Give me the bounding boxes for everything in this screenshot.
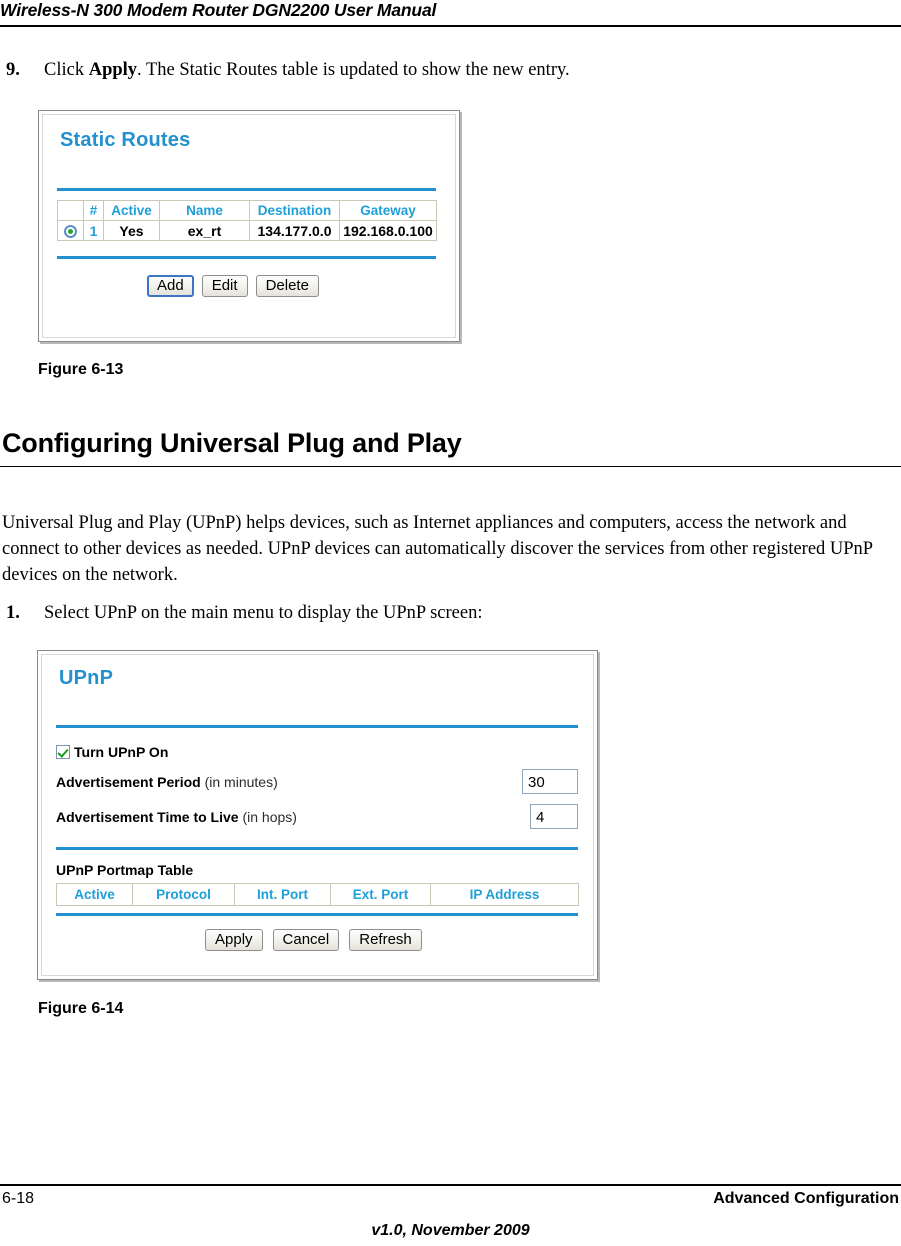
upnp-title: UPnP — [59, 667, 114, 689]
section-heading: Configuring Universal Plug and Play — [2, 428, 462, 458]
route-active: Yes — [103, 220, 160, 241]
portmap-col-protocol: Protocol — [132, 883, 235, 906]
footer-chapter: Advanced Configuration — [713, 1190, 899, 1207]
delete-button[interactable]: Delete — [255, 275, 319, 297]
turn-upnp-on-label: Turn UPnP On — [74, 744, 169, 760]
advertisement-period-label: Advertisement Period (in minutes) — [56, 774, 278, 790]
advertisement-period-label-unit: (in minutes) — [200, 774, 278, 790]
static-routes-panel: Static Routes # Active Name Destination … — [42, 114, 456, 338]
advertisement-ttl-input[interactable] — [530, 804, 578, 829]
col-number: # — [83, 200, 104, 221]
step-1-text: Select UPnP on the main menu to display … — [44, 603, 483, 623]
portmap-col-ext-port: Ext. Port — [330, 883, 431, 906]
refresh-button[interactable]: Refresh — [349, 929, 422, 951]
step-9-text-after: . The Static Routes table is updated to … — [137, 60, 570, 80]
static-routes-top-divider — [57, 188, 436, 191]
advertisement-ttl-label-unit: (in hops) — [238, 809, 297, 825]
checkbox-checked-icon[interactable] — [56, 745, 70, 759]
route-select-radio[interactable] — [57, 220, 84, 241]
static-routes-table: # Active Name Destination Gateway 1 Yes … — [57, 200, 437, 241]
route-gateway: 192.168.0.100 — [339, 220, 437, 241]
add-button[interactable]: Add — [147, 275, 194, 297]
route-name: ex_rt — [159, 220, 250, 241]
portmap-table: Active Protocol Int. Port Ext. Port IP A… — [56, 883, 579, 906]
upnp-top-divider — [56, 725, 578, 728]
advertisement-period-label-strong: Advertisement Period — [56, 774, 201, 790]
portmap-header-row: Active Protocol Int. Port Ext. Port IP A… — [56, 883, 579, 906]
portmap-col-active: Active — [56, 883, 133, 906]
header-divider — [0, 25, 901, 27]
upnp-middle-divider — [56, 847, 578, 850]
table-row[interactable]: 1 Yes ex_rt 134.177.0.0 192.168.0.100 — [57, 220, 437, 241]
route-destination: 134.177.0.0 — [249, 220, 340, 241]
static-routes-bottom-divider — [57, 256, 436, 259]
col-active: Active — [103, 200, 160, 221]
figure-6-13-caption: Figure 6-13 — [38, 361, 124, 378]
step-9-text: Click Apply. The Static Routes table is … — [44, 60, 570, 81]
upnp-screenshot: UPnP Turn UPnP On Advertisement Period (… — [37, 650, 598, 980]
portmap-col-int-port: Int. Port — [234, 883, 331, 906]
static-routes-title: Static Routes — [60, 129, 191, 151]
step-9-text-before: Click — [44, 60, 89, 80]
apply-button[interactable]: Apply — [205, 929, 263, 951]
figure-6-14-caption: Figure 6-14 — [38, 1000, 124, 1017]
advertisement-ttl-label-strong: Advertisement Time to Live — [56, 809, 239, 825]
upnp-panel: UPnP Turn UPnP On Advertisement Period (… — [41, 654, 594, 976]
upnp-bottom-divider — [56, 913, 578, 916]
static-routes-header-row: # Active Name Destination Gateway — [57, 200, 437, 221]
footer-page-number: 6-18 — [2, 1190, 35, 1207]
advertisement-period-input[interactable] — [522, 769, 578, 794]
route-index: 1 — [83, 220, 104, 241]
portmap-table-title: UPnP Portmap Table — [56, 862, 194, 878]
section-heading-rule — [0, 466, 901, 467]
step-9-number: 9. — [6, 60, 20, 80]
cancel-button[interactable]: Cancel — [272, 929, 340, 951]
col-select — [57, 200, 84, 221]
turn-upnp-on-row[interactable]: Turn UPnP On — [56, 744, 168, 760]
radio-selected-icon[interactable] — [64, 225, 77, 239]
page-header-title: Wireless-N 300 Modem Router DGN2200 User… — [0, 0, 437, 20]
advertisement-ttl-label: Advertisement Time to Live (in hops) — [56, 809, 297, 825]
static-routes-button-row: Add Edit Delete — [147, 275, 319, 297]
portmap-col-ip-address: IP Address — [430, 883, 579, 906]
footer-version: v1.0, November 2009 — [371, 1222, 530, 1239]
edit-button[interactable]: Edit — [201, 275, 248, 297]
col-destination: Destination — [249, 200, 340, 221]
step-1-number: 1. — [6, 603, 20, 623]
static-routes-screenshot: Static Routes # Active Name Destination … — [38, 110, 460, 342]
col-name: Name — [159, 200, 250, 221]
col-gateway: Gateway — [339, 200, 437, 221]
step-9-text-bold: Apply — [88, 60, 138, 80]
upnp-button-row: Apply Cancel Refresh — [205, 929, 422, 951]
section-paragraph: Universal Plug and Play (UPnP) helps dev… — [2, 513, 873, 585]
footer-divider — [0, 1184, 901, 1186]
page-header: Wireless-N 300 Modem Router DGN2200 User… — [0, 0, 901, 27]
